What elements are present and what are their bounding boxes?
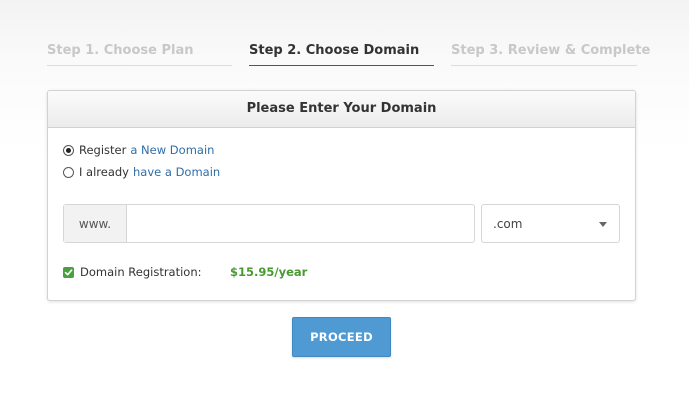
existing-domain-option[interactable]: I already have a Domain xyxy=(63,164,220,180)
existing-domain-radio[interactable] xyxy=(63,166,74,178)
checkmark-icon xyxy=(64,268,73,275)
existing-domain-prefix: I already xyxy=(79,165,129,179)
step-review-complete: Step 3. Review & Complete xyxy=(451,42,650,66)
www-prefix: www. xyxy=(64,205,127,242)
new-domain-link[interactable]: a New Domain xyxy=(130,143,214,157)
domain-registration-label: Domain Registration: xyxy=(80,265,202,279)
tld-select[interactable]: .com xyxy=(481,204,620,243)
register-new-domain-prefix: Register xyxy=(79,143,127,157)
existing-domain-link[interactable]: have a Domain xyxy=(133,165,220,179)
domain-card: Please Enter Your Domain Register a New … xyxy=(47,90,636,301)
register-new-domain-radio[interactable] xyxy=(63,144,74,156)
proceed-button[interactable]: PROCEED xyxy=(292,317,391,357)
card-title: Please Enter Your Domain xyxy=(48,91,635,128)
progress-steps: Step 1. Choose Plan Step 2. Choose Domai… xyxy=(47,42,650,66)
domain-name-input[interactable] xyxy=(127,205,474,242)
tld-selected-value: .com xyxy=(493,216,523,231)
domain-registration-checkbox[interactable] xyxy=(63,266,74,278)
domain-input-group: www. xyxy=(63,204,475,243)
step-choose-domain: Step 2. Choose Domain xyxy=(249,42,434,66)
step-choose-plan: Step 1. Choose Plan xyxy=(47,42,232,66)
chevron-down-icon xyxy=(599,222,607,227)
domain-registration-price: $15.95/year xyxy=(230,265,308,279)
domain-registration-row: Domain Registration: xyxy=(63,265,202,279)
register-new-domain-option[interactable]: Register a New Domain xyxy=(63,142,214,158)
